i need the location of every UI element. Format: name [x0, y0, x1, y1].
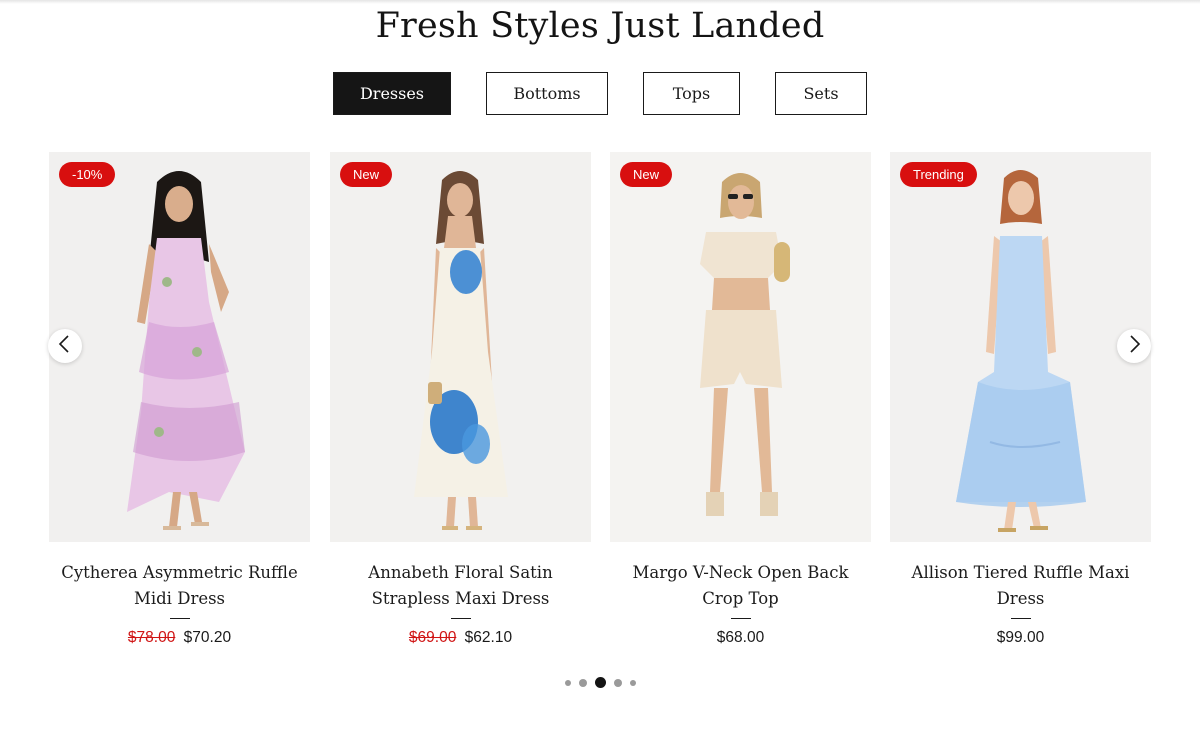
product-image[interactable]: Trending [890, 152, 1151, 542]
pagination-dot[interactable] [578, 678, 587, 687]
tab-dresses[interactable]: Dresses [333, 72, 451, 115]
new-badge: New [340, 162, 393, 187]
original-price: $78.00 [127, 629, 176, 646]
divider [730, 618, 751, 619]
divider [169, 618, 190, 619]
pagination-dot[interactable] [629, 679, 636, 686]
product-price: $99.00 [890, 629, 1151, 647]
regular-price: $68.00 [716, 629, 765, 646]
product-name[interactable]: Margo V-Neck Open Back Crop Top [610, 560, 871, 612]
tab-tops[interactable]: Tops [643, 72, 740, 115]
trending-badge: Trending [900, 162, 977, 187]
product-name[interactable]: Annabeth Floral Satin Strapless Maxi Dre… [330, 560, 591, 612]
sale-price: $70.20 [183, 629, 232, 646]
tab-bottoms[interactable]: Bottoms [486, 72, 608, 115]
pagination-dot[interactable] [613, 678, 622, 687]
product-card[interactable]: New Margo V-Neck Open Back Crop Top $68.… [610, 152, 871, 647]
product-card[interactable]: New Annabeth Floral Satin Strapless Maxi… [330, 152, 591, 647]
tab-sets[interactable]: Sets [775, 72, 867, 115]
product-card[interactable]: -10% Cytherea Asymmetric Ruffle Midi Dre… [49, 152, 310, 647]
section-title: Fresh Styles Just Landed [375, 6, 825, 46]
product-image[interactable]: New [330, 152, 591, 542]
divider [1010, 618, 1031, 619]
original-price: $69.00 [408, 629, 457, 646]
product-price: $69.00 $62.10 [330, 629, 591, 647]
pagination-dot-active[interactable] [594, 677, 606, 688]
new-badge: New [620, 162, 673, 187]
chevron-left-icon [58, 334, 72, 358]
product-price: $68.00 [610, 629, 871, 647]
product-name[interactable]: Cytherea Asymmetric Ruffle Midi Dress [49, 560, 310, 612]
carousel-next-button[interactable] [1117, 329, 1151, 363]
pagination-dot[interactable] [564, 679, 571, 686]
product-name[interactable]: Allison Tiered Ruffle Maxi Dress [890, 560, 1151, 612]
divider [450, 618, 471, 619]
chevron-right-icon [1127, 334, 1141, 358]
sale-price: $62.10 [464, 629, 513, 646]
regular-price: $99.00 [996, 629, 1045, 646]
discount-badge: -10% [59, 162, 116, 187]
carousel-pagination [0, 677, 1200, 688]
product-price: $78.00 $70.20 [49, 629, 310, 647]
product-card[interactable]: Trending Allison Tiered Ruffle Maxi Dres… [890, 152, 1151, 647]
carousel-prev-button[interactable] [48, 329, 82, 363]
product-image[interactable]: New [610, 152, 871, 542]
product-image[interactable]: -10% [49, 152, 310, 542]
